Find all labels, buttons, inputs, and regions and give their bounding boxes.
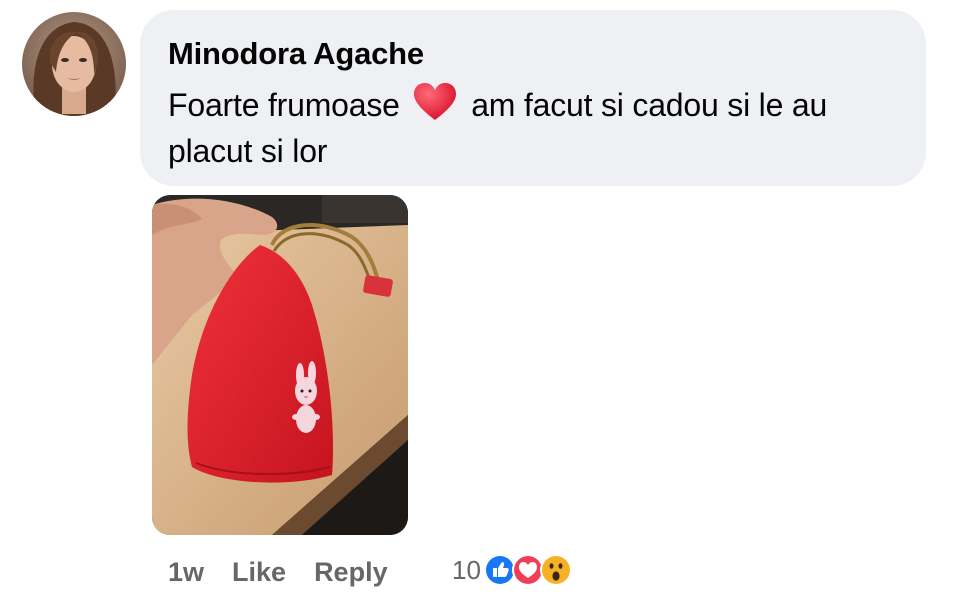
avatar[interactable]: [22, 12, 126, 116]
wow-icon: [539, 554, 572, 586]
reply-button[interactable]: Reply: [314, 557, 388, 588]
photo-image: [152, 195, 408, 535]
avatar-image: [22, 12, 126, 116]
comment-text: Foarte frumoase am facut si cadou si le …: [168, 82, 896, 174]
comment-bubble: Minodora Agache Foarte frumoase am facut…: [140, 10, 926, 186]
heart-emoji-icon: [414, 83, 457, 120]
attached-photo[interactable]: [152, 195, 408, 535]
reaction-count: 10: [452, 554, 481, 585]
comment-text-part-1: Foarte frumoase: [168, 87, 400, 123]
comment-timestamp[interactable]: 1w: [168, 557, 204, 588]
comment-container: Minodora Agache Foarte frumoase am facut…: [0, 0, 972, 606]
reactions-summary[interactable]: 10: [452, 548, 573, 592]
comment-actions: 1w Like Reply: [168, 552, 388, 592]
like-button[interactable]: Like: [232, 557, 286, 588]
author-name[interactable]: Minodora Agache: [168, 36, 896, 72]
